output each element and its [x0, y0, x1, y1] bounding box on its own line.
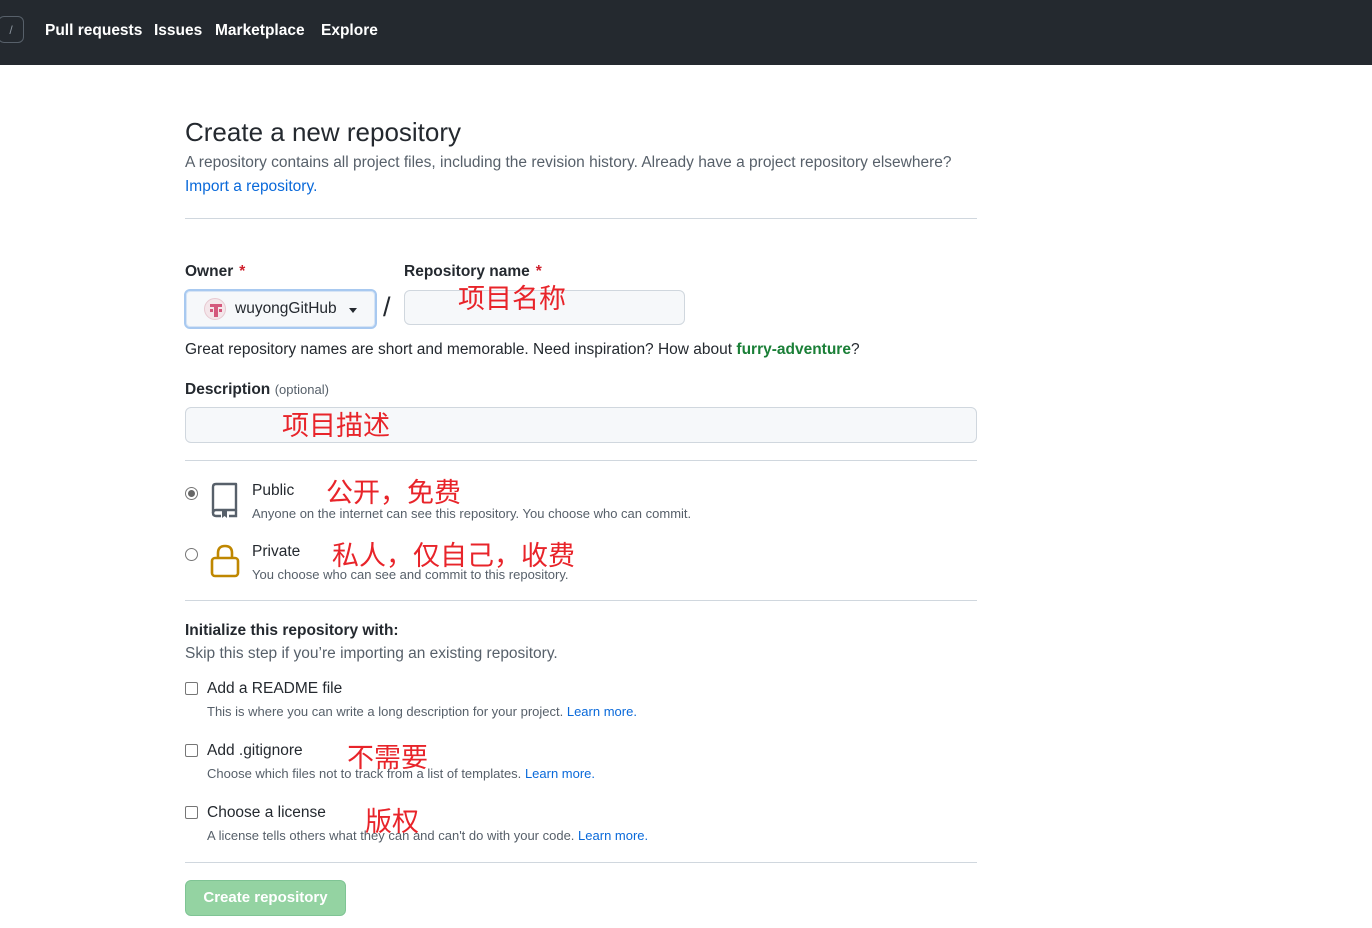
nav-marketplace[interactable]: Marketplace — [215, 21, 305, 41]
required-mark: * — [535, 263, 542, 280]
initialize-heading: Initialize this repository with: — [185, 622, 399, 639]
repo-icon — [210, 482, 240, 523]
license-description: A license tells others what they can and… — [207, 828, 649, 843]
readme-learn-more-link[interactable]: Learn more. — [567, 704, 637, 719]
divider — [185, 862, 977, 863]
divider — [185, 218, 977, 219]
repo-name-hint: Great repository names are short and mem… — [185, 341, 860, 358]
nav-explore[interactable]: Explore — [321, 21, 378, 41]
annotation-repo-name: 项目名称 — [458, 284, 566, 315]
license-learn-more-link[interactable]: Learn more. — [578, 828, 648, 843]
readme-description: This is where you can write a long descr… — [207, 704, 637, 719]
divider — [185, 460, 977, 461]
owner-dropdown[interactable]: wuyongGitHub — [184, 289, 377, 329]
public-radio[interactable] — [185, 487, 198, 500]
create-repository-button[interactable]: Create repository — [185, 880, 346, 916]
license-title: Choose a license — [207, 804, 326, 821]
suggested-name[interactable]: furry-adventure — [736, 341, 851, 358]
nav-issues[interactable]: Issues — [154, 21, 202, 41]
description-label: Description (optional) — [185, 381, 329, 398]
public-description: Anyone on the internet can see this repo… — [252, 506, 692, 521]
private-radio[interactable] — [185, 548, 198, 561]
chevron-down-icon — [349, 308, 357, 313]
readme-checkbox[interactable] — [185, 682, 198, 695]
annotation-public: 公开，免费 — [326, 478, 461, 509]
header-bar: / Pull requests Issues Marketplace Explo… — [0, 0, 1372, 65]
page-title: Create a new repository — [185, 117, 462, 147]
annotation-gitignore: 不需要 — [347, 743, 428, 774]
import-repository-link[interactable]: Import a repository. — [185, 177, 317, 197]
gitignore-title: Add .gitignore — [207, 742, 303, 759]
nav-pull-requests[interactable]: Pull requests — [45, 21, 142, 41]
page-subtitle: A repository contains all project files,… — [185, 154, 952, 171]
annotation-private: 私人，仅自己，收费 — [332, 541, 575, 572]
repo-name-label: Repository name * — [404, 263, 542, 280]
lock-icon — [209, 543, 241, 584]
annotation-license: 版权 — [365, 807, 419, 838]
initialize-subheading: Skip this step if you’re importing an ex… — [185, 645, 558, 662]
owner-label: Owner * — [185, 263, 246, 280]
private-title: Private — [252, 543, 301, 560]
owner-name: wuyongGitHub — [235, 300, 337, 317]
divider — [185, 600, 977, 601]
public-title: Public — [252, 482, 295, 499]
license-checkbox[interactable] — [185, 806, 198, 819]
readme-title: Add a README file — [207, 680, 343, 697]
search-shortcut-key[interactable]: / — [0, 16, 24, 43]
required-mark: * — [239, 263, 246, 280]
avatar — [204, 298, 226, 320]
annotation-description: 项目描述 — [282, 411, 390, 442]
owner-repo-separator: / — [383, 292, 391, 322]
gitignore-learn-more-link[interactable]: Learn more. — [525, 766, 595, 781]
gitignore-checkbox[interactable] — [185, 744, 198, 757]
